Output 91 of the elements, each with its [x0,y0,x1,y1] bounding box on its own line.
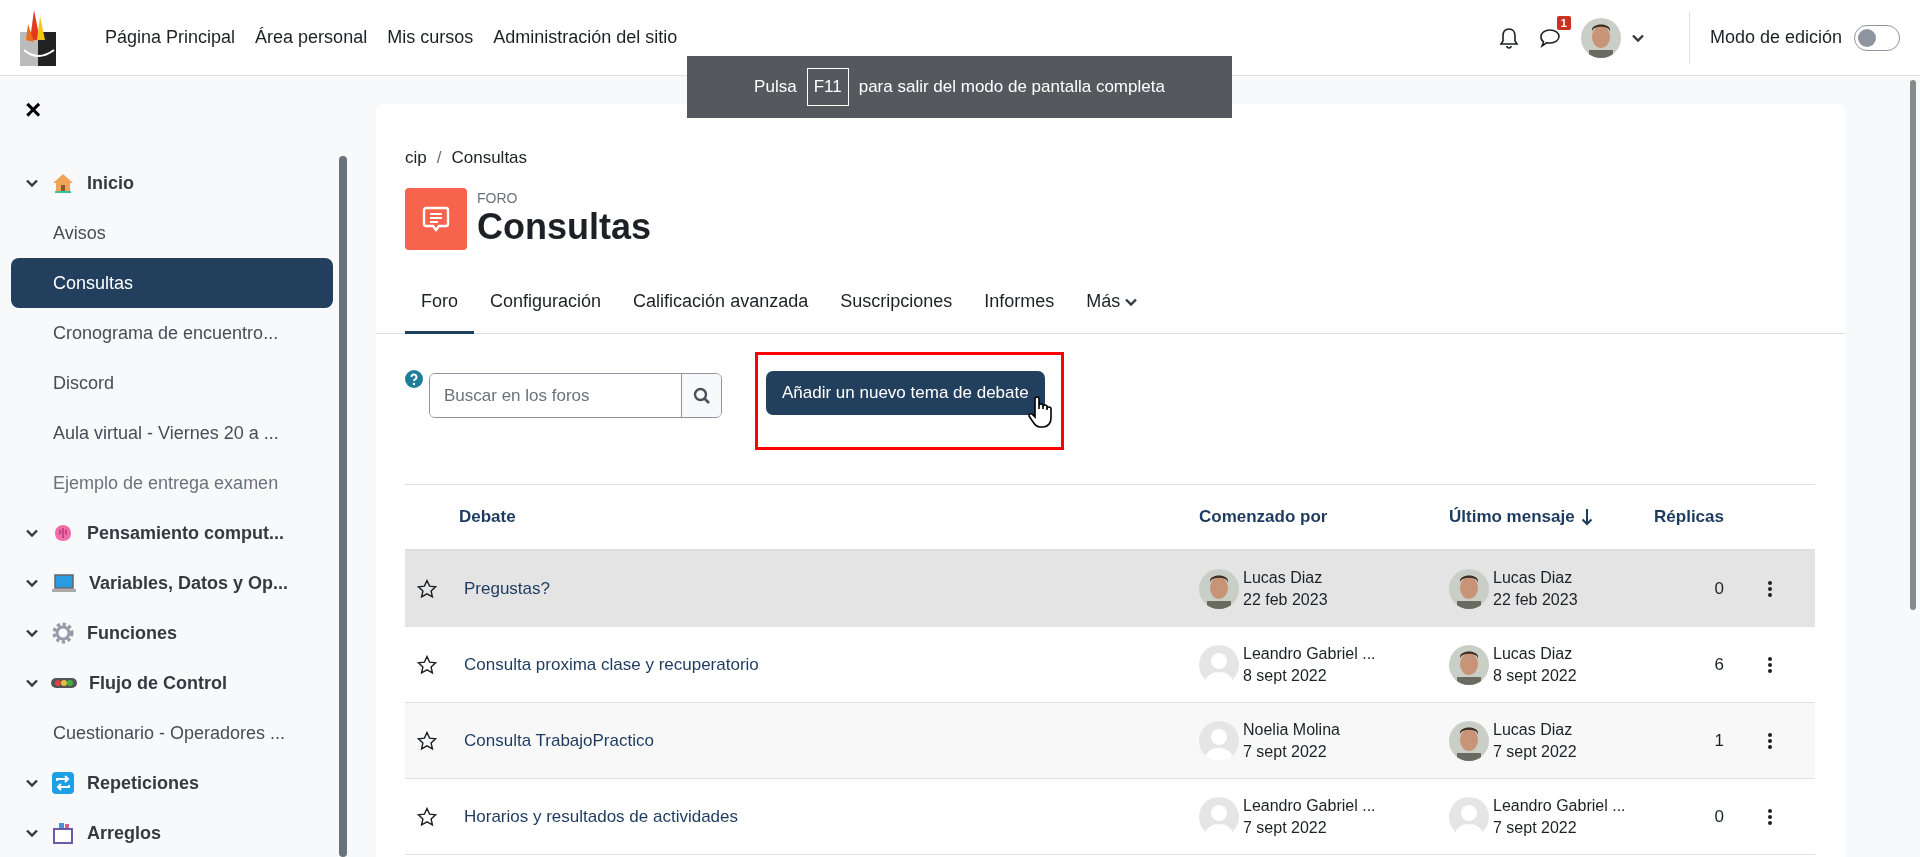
sidebar-item[interactable]: Aula virtual - Viernes 20 a ... [11,408,333,458]
nav-link[interactable]: Área personal [255,27,368,48]
house-icon [51,171,75,195]
tab[interactable]: Calificación avanzada [617,272,825,334]
sidebar-section[interactable]: Repeticiones [11,758,333,808]
search-icon [692,386,711,405]
sidebar-section[interactable]: Variables, Datos y Op... [11,558,333,608]
author-name: Noelia Molina [1243,719,1340,740]
author-name: Leandro Gabriel ... [1243,643,1376,664]
post-date: 22 feb 2023 [1243,589,1328,610]
gear-icon [51,621,75,645]
post-date: 7 sept 2022 [1493,817,1578,838]
box-icon [51,821,75,845]
bell-icon[interactable] [1498,26,1519,49]
edit-mode-label: Modo de edición [1709,27,1842,48]
search-field[interactable]: Buscar en los foros [429,373,722,418]
close-button[interactable]: × [25,90,42,130]
author-name: Lucas Diaz [1493,567,1574,588]
message-count: 1 [1556,15,1571,30]
discussion-row[interactable]: Pregustas? Lucas Diaz 22 feb 2023 Lucas Diaz 22 feb 2023 0 [405,551,1815,627]
section-title: Repeticiones [87,772,200,794]
post-date: 22 feb 2023 [1493,589,1578,610]
reply-count: 0 [1713,806,1724,827]
scrollbar[interactable] [339,156,347,857]
forum-icon [405,188,467,250]
nav-link[interactable]: Página Principal [105,27,236,48]
reply-count: 0 [1713,578,1724,599]
page-title: Consultas [477,206,652,248]
breadcrumb-link[interactable]: Consultas [451,148,528,168]
author-name: Leandro Gabriel ... [1243,795,1376,816]
column-header[interactable]: Debate [459,507,1199,527]
author-name: Lucas Diaz [1243,567,1324,588]
add-topic-button[interactable]: Añadir un nuevo tema de debate [766,371,1045,415]
section-title: Inicio [87,172,134,194]
hand-cursor-icon [1026,395,1055,429]
tab[interactable]: Foro [405,272,474,334]
sidebar-item[interactable]: Consultas [11,258,333,308]
laptop-icon [51,571,77,595]
column-header[interactable]: Réplicas [1649,507,1724,527]
edit-mode-switch[interactable] [1854,24,1900,51]
activity-type: FORO [477,190,519,206]
tab[interactable]: Configuración [474,272,618,334]
chat-icon[interactable] [1538,27,1561,48]
post-date: 7 sept 2022 [1243,741,1328,762]
topic-link[interactable]: Pregustas? [459,578,1199,599]
author-name: Leandro Gabriel ... [1493,795,1626,816]
section-title: Variables, Datos y Op... [89,572,289,594]
avatar [1580,17,1621,58]
post-date: 8 sept 2022 [1243,665,1328,686]
topic-link[interactable]: Consulta proxima clase y recuperatorio [459,654,1199,675]
section-title: Pensamiento comput... [87,522,285,544]
tab[interactable]: Más [1070,272,1155,334]
column-header[interactable]: Comenzado por [1199,507,1449,527]
sidebar-item[interactable]: Cuestionario - Operadores ... [11,708,333,758]
post-date: 7 sept 2022 [1243,817,1328,838]
column-header[interactable]: Último mensaje [1449,507,1649,527]
topic-link[interactable]: Consulta TrabajoPractico [459,730,1199,751]
breadcrumb-separator: / [436,148,442,168]
nav-link[interactable]: Administración del sitio [493,27,678,48]
sidebar-section[interactable]: Pensamiento comput... [11,508,333,558]
tab[interactable]: Suscripciones [824,272,969,334]
section-title: Funciones [87,622,177,644]
sidebar-item[interactable]: Cronograma de encuentro... [11,308,333,358]
topic-link[interactable]: Horarios y resultados de actividades [459,806,1199,827]
key-label: F11 [806,68,849,106]
traffic-light-icon [51,677,77,689]
sidebar-item[interactable]: Avisos [11,208,333,258]
post-date: 7 sept 2022 [1493,741,1577,762]
reply-count: 1 [1713,730,1724,751]
sidebar-section[interactable]: Flujo de Control [11,658,333,708]
author-name: Lucas Diaz [1493,719,1574,740]
sidebar-section[interactable]: Funciones [11,608,333,658]
post-date: 8 sept 2022 [1493,665,1577,686]
sidebar-section[interactable]: Arreglos [11,808,333,857]
repeat-icon [51,771,75,795]
search-button[interactable] [681,374,721,417]
sidebar-item[interactable]: Discord [11,358,333,408]
breadcrumb-link[interactable]: cip [405,148,427,168]
tab[interactable]: Informes [968,272,1071,334]
notice-text: Pulsa [754,77,797,97]
nav-link[interactable]: Mis cursos [387,27,474,48]
sort-arrow-icon [1580,508,1593,526]
sidebar-item[interactable]: Ejemplo de entrega examen [11,458,333,508]
author-name: Lucas Diaz [1493,643,1574,664]
section-title: Flujo de Control [89,672,227,694]
section-title: Arreglos [87,822,162,844]
sidebar-section[interactable]: Inicio [11,158,333,208]
discussion-row[interactable]: Consulta TrabajoPractico Noelia Molina 7 sept 2022 Lucas Diaz 7 sept 2022 1 [405,703,1815,779]
scrollbar[interactable] [1910,80,1916,610]
notice-text: para salir del modo de pantalla completa [858,77,1165,97]
reply-count: 6 [1713,654,1724,675]
